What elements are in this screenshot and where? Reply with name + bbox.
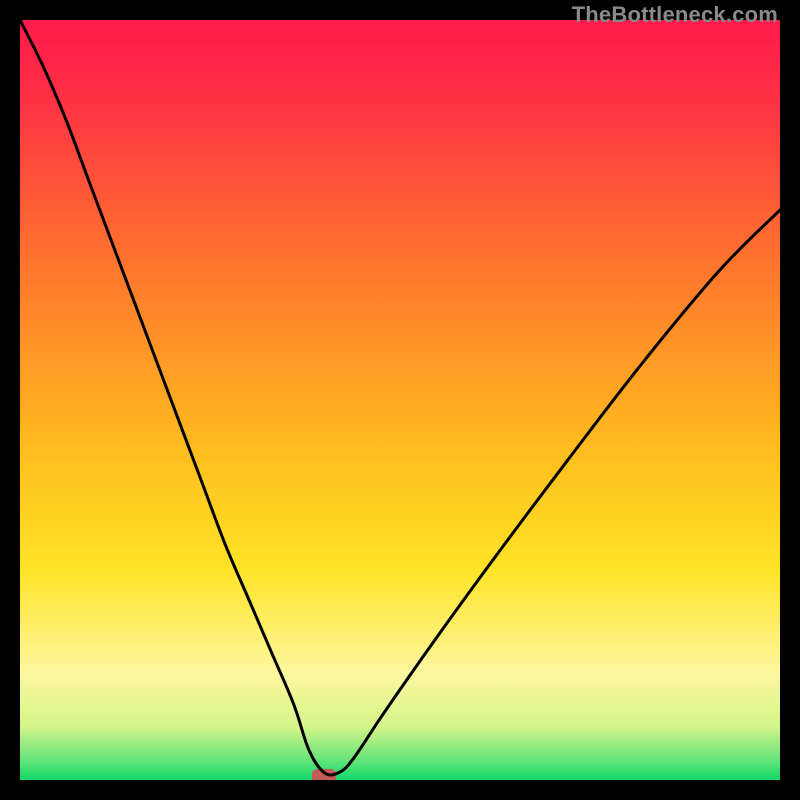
gradient-background (20, 20, 780, 780)
chart-frame: TheBottleneck.com (0, 0, 800, 800)
chart-svg (20, 20, 780, 780)
watermark-text: TheBottleneck.com (572, 2, 778, 28)
plot-area (20, 20, 780, 780)
